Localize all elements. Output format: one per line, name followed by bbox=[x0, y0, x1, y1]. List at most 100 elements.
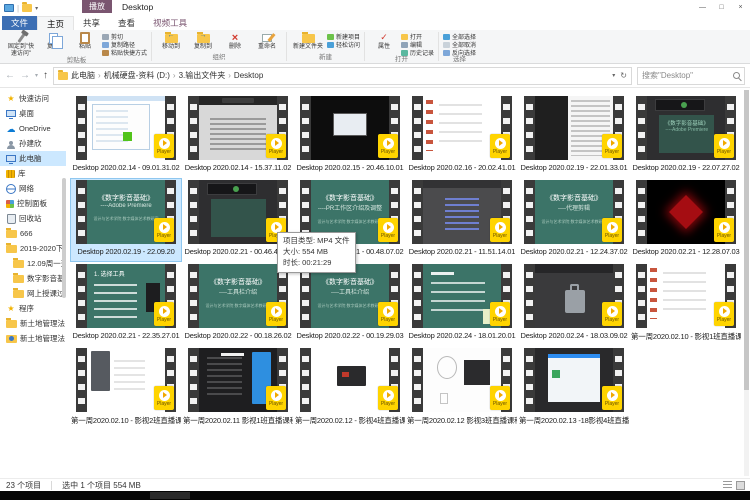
file-item[interactable]: PlayerDesktop 2020.02.24 - 18.01.20.01 bbox=[406, 262, 518, 346]
file-item[interactable]: PlayerDesktop 2020.02.21 - 11.51.14.01 bbox=[406, 178, 518, 262]
sidebar-item-新土地管理法[interactable]: 新土地管理法 bbox=[0, 316, 66, 331]
file-item[interactable]: Player第一周2020.02.12 - 影视4班直播课程全 bbox=[294, 346, 406, 430]
sidebar-item-网上授课过程存留[interactable]: 网上授课过程存留 bbox=[0, 286, 66, 301]
breadcrumb-segment[interactable]: 机械硬盘-资料 (D:) bbox=[104, 70, 170, 81]
file-item[interactable]: PlayerDesktop 2020.02.14 - 09.01.31.02 bbox=[70, 94, 182, 178]
properties-button[interactable]: ✓ 属性 bbox=[369, 32, 399, 51]
file-item[interactable]: 《数字影音基础》----工具栏介绍设计与艺术学院 数字媒体艺术教研室Player… bbox=[294, 262, 406, 346]
refresh-icon[interactable]: ↻ bbox=[620, 71, 627, 80]
address-dropdown-icon[interactable]: ▾ bbox=[612, 72, 615, 79]
file-item[interactable]: 《数字影音基础》----工具栏介绍设计与艺术学院 数字媒体艺术教研室Player… bbox=[182, 262, 294, 346]
delete-button[interactable]: × 删除 bbox=[220, 32, 250, 51]
file-item[interactable]: Player第一周2020.02.10 - 影视2班直播课程全 bbox=[70, 346, 182, 430]
breadcrumb-segment[interactable]: 3.输出文件夹 bbox=[179, 70, 226, 81]
sidebar-item-网络[interactable]: 网络 bbox=[0, 181, 66, 196]
forward-icon[interactable]: → bbox=[20, 70, 30, 81]
tab-video-tools[interactable]: 视频工具 bbox=[144, 16, 196, 30]
taskbar[interactable] bbox=[0, 491, 750, 500]
folder-icon bbox=[13, 260, 24, 268]
file-item[interactable]: 《数字影音基础》----Adobe Premiere设计与艺术学院 数字媒体艺术… bbox=[70, 178, 182, 262]
customize-qat-chevron-icon[interactable]: ▾ bbox=[35, 5, 38, 12]
user-icon bbox=[6, 139, 16, 149]
sidebar-item-label: 控制面板 bbox=[17, 198, 47, 209]
sidebar-item-桌面[interactable]: 桌面 bbox=[0, 106, 66, 121]
sidebar-item-2019-2020下学期继[interactable]: 2019-2020下学期继 bbox=[0, 241, 66, 256]
tab-share[interactable]: 共享 bbox=[74, 16, 109, 30]
copy-to-button[interactable]: → 复制到 bbox=[188, 32, 218, 51]
sidebar-item-label: 库 bbox=[18, 168, 26, 179]
recent-locations-chevron-icon[interactable]: ▾ bbox=[35, 72, 38, 79]
file-item[interactable]: 1. 选择工具PlayerDesktop 2020.02.21 - 22.35.… bbox=[70, 262, 182, 346]
sidebar-item-程序[interactable]: ★程序 bbox=[0, 301, 66, 316]
file-item[interactable]: PlayerDesktop 2020.02.16 - 20.02.41.01 bbox=[406, 94, 518, 178]
sidebar-item-此电脑[interactable]: 此电脑 bbox=[0, 151, 66, 166]
file-item[interactable]: PlayerDesktop 2020.02.14 - 15.37.11.02 bbox=[182, 94, 294, 178]
thumbnails-view-icon[interactable] bbox=[736, 481, 745, 490]
taskbar-app[interactable] bbox=[150, 492, 190, 499]
easy-access-button[interactable]: 轻松访问 bbox=[327, 41, 360, 48]
tab-home[interactable]: 主页 bbox=[37, 16, 74, 30]
file-name: Desktop 2020.02.21 - 00.46.40.01 bbox=[184, 247, 291, 256]
breadcrumb-segment[interactable]: 此电脑 bbox=[71, 70, 95, 81]
breadcrumb-segment[interactable]: Desktop bbox=[234, 71, 263, 80]
cut-button[interactable]: 剪切 bbox=[102, 33, 147, 40]
breadcrumb[interactable]: 此电脑›机械硬盘-资料 (D:)›3.输出文件夹›Desktop ▾ ↻ bbox=[53, 67, 632, 85]
sidebar-item-孙建欣[interactable]: 孙建欣 bbox=[0, 136, 66, 151]
copy-button[interactable]: 复制 bbox=[38, 32, 68, 51]
file-item[interactable]: Player第一周2020.02.11 影视1班直播课程下 bbox=[182, 346, 294, 430]
move-to-button[interactable]: ← 移动到 bbox=[156, 32, 186, 51]
file-item[interactable]: PlayerDesktop 2020.02.19 - 22.01.33.01 bbox=[518, 94, 630, 178]
sidebar-item-快速访问[interactable]: ★快速访问 bbox=[0, 91, 66, 106]
player-badge-icon: Player bbox=[490, 302, 510, 326]
new-folder-button[interactable]: 新建文件夹 bbox=[291, 32, 325, 51]
file-item[interactable]: PlayerDesktop 2020.02.15 - 20.46.10.01 bbox=[294, 94, 406, 178]
pin-to-quick-access-button[interactable]: 固定到"快速访问" bbox=[6, 32, 36, 57]
up-icon[interactable]: ↑ bbox=[43, 70, 48, 81]
file-item[interactable]: Player第一周2020.02.13 -18影视4班直播课程全 bbox=[518, 346, 630, 430]
explorer-icon bbox=[4, 4, 14, 12]
paste-button[interactable]: 粘贴 bbox=[70, 32, 100, 51]
history-button[interactable]: 历史记录 bbox=[401, 49, 434, 56]
sidebar-item-label: 程序 bbox=[19, 303, 34, 314]
paste-shortcut-button[interactable]: 粘贴快捷方式 bbox=[102, 49, 147, 56]
file-item[interactable]: 《数字影音基础》----代理剪辑设计与艺术学院 数字媒体艺术教研室PlayerD… bbox=[518, 178, 630, 262]
sidebar-item-12.09周一交[interactable]: 12.09周一交 bbox=[0, 256, 66, 271]
breadcrumb-separator-icon[interactable]: › bbox=[228, 71, 231, 80]
desktop-icon bbox=[6, 109, 16, 119]
new-item-button[interactable]: 新建项目 bbox=[327, 33, 360, 40]
file-item[interactable]: Player第一周2020.02.10 - 影视1班直播课程上 bbox=[630, 262, 742, 346]
sidebar-item-新土地管理法 (2)[interactable]: 新土地管理法 (2) bbox=[0, 331, 66, 346]
open-button[interactable]: 打开 bbox=[401, 33, 434, 40]
folder-icon[interactable] bbox=[22, 4, 32, 12]
file-item[interactable]: PlayerDesktop 2020.02.24 - 18.03.09.02 bbox=[518, 262, 630, 346]
search-input[interactable]: 搜索"Desktop" bbox=[637, 67, 745, 85]
content-scrollbar[interactable] bbox=[744, 90, 749, 476]
copy-path-button[interactable]: 复制路径 bbox=[102, 41, 147, 48]
breadcrumb-separator-icon[interactable]: › bbox=[173, 71, 176, 80]
breadcrumb-separator-icon[interactable]: › bbox=[98, 71, 101, 80]
select-all-button[interactable]: 全部选择 bbox=[443, 33, 476, 40]
close-button[interactable]: × bbox=[731, 0, 750, 14]
rename-button[interactable]: 重命名 bbox=[252, 32, 282, 51]
sidebar-item-数字影音基础相关[interactable]: 数字影音基础相关 bbox=[0, 271, 66, 286]
file-name: 第一周2020.02.11 影视1班直播课程下 bbox=[183, 415, 293, 426]
file-item[interactable]: Player第一周2020.02.12 影视3班直播课程上 bbox=[406, 346, 518, 430]
edit-button[interactable]: 编辑 bbox=[401, 41, 434, 48]
invert-selection-button[interactable]: 反向选择 bbox=[443, 49, 476, 56]
tab-file[interactable]: 文件 bbox=[2, 16, 37, 30]
back-icon[interactable]: ← bbox=[5, 70, 15, 81]
sidebar-item-666[interactable]: 666 bbox=[0, 226, 66, 241]
minimize-button[interactable]: — bbox=[693, 0, 712, 14]
sidebar-item-控制面板[interactable]: 控制面板 bbox=[0, 196, 66, 211]
player-badge-icon: Player bbox=[378, 134, 398, 158]
sidebar-item-OneDrive[interactable]: ☁OneDrive bbox=[0, 121, 66, 136]
file-item[interactable]: 《数字影音基础》----Adobe PremierePlayerDesktop … bbox=[630, 94, 742, 178]
file-item[interactable]: PlayerDesktop 2020.02.21 - 12.28.07.03 bbox=[630, 178, 742, 262]
tab-view[interactable]: 查看 bbox=[109, 16, 144, 30]
contextual-tab-header[interactable]: 播放 bbox=[82, 0, 112, 13]
select-none-button[interactable]: 全部取消 bbox=[443, 41, 476, 48]
maximize-button[interactable]: □ bbox=[712, 0, 731, 14]
sidebar-item-库[interactable]: 库 bbox=[0, 166, 66, 181]
sidebar-item-回收站[interactable]: 回收站 bbox=[0, 211, 66, 226]
details-view-icon[interactable] bbox=[723, 481, 732, 490]
